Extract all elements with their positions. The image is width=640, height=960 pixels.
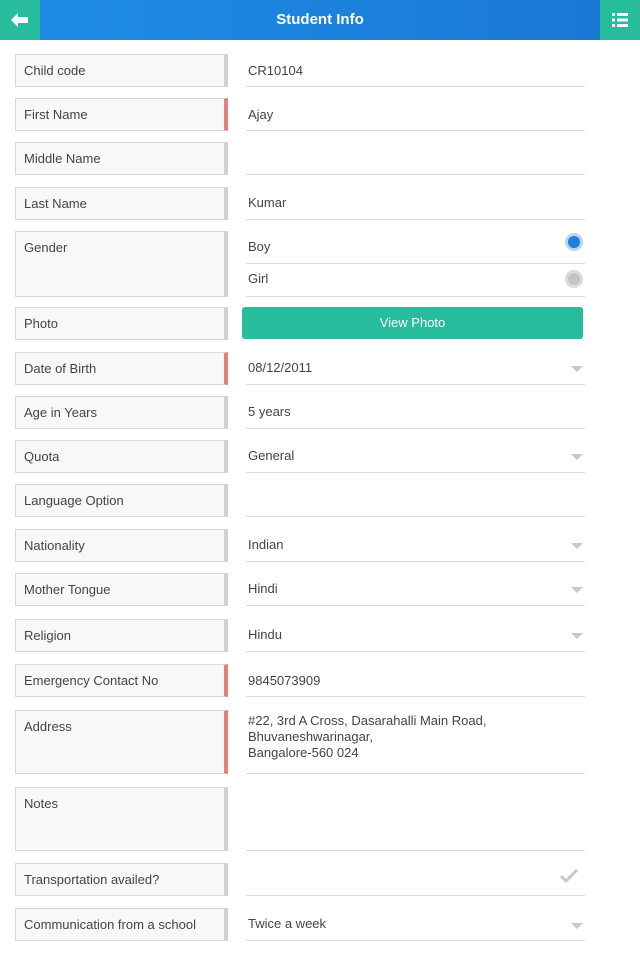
first-name-input[interactable]: Ajay xyxy=(246,98,585,131)
communication-value: Twice a week xyxy=(248,916,327,931)
communication-label: Communication from a school xyxy=(15,908,228,941)
gender-label: Gender xyxy=(15,231,228,297)
dob-value: 08/12/2011 xyxy=(248,360,313,375)
notes-label: Notes xyxy=(15,787,228,851)
dropdown-arrow-icon xyxy=(571,633,583,639)
field-notes: Notes xyxy=(15,787,585,851)
field-middle-name: Middle Name xyxy=(15,142,585,176)
religion-select[interactable]: Hindu xyxy=(246,619,585,652)
religion-value: Hindu xyxy=(248,627,282,642)
dropdown-arrow-icon xyxy=(571,454,583,460)
field-gender: Gender Boy Girl xyxy=(15,231,585,297)
mother-tongue-select[interactable]: Hindi xyxy=(246,573,585,606)
last-name-label: Last Name xyxy=(15,187,228,220)
address-line-1: #22, 3rd A Cross, Dasarahalli Main Road, xyxy=(248,713,487,728)
nationality-select[interactable]: Indian xyxy=(246,529,585,562)
field-photo: Photo View Photo xyxy=(15,307,585,341)
quota-select[interactable]: General xyxy=(246,440,585,473)
field-communication: Communication from a school Twice a week xyxy=(15,908,585,942)
age-input[interactable]: 5 years xyxy=(246,396,585,429)
mother-tongue-value: Hindi xyxy=(248,581,278,596)
dob-select[interactable]: 08/12/2011 xyxy=(246,352,585,385)
app-header: Student Info xyxy=(0,0,640,40)
gender-boy-label: Boy xyxy=(248,239,271,254)
radio-selected-icon[interactable] xyxy=(565,233,583,251)
list-icon xyxy=(612,13,628,27)
page-title: Student Info xyxy=(276,11,364,28)
field-last-name: Last Name Kumar xyxy=(15,187,585,221)
language-input[interactable] xyxy=(246,484,585,517)
nationality-label: Nationality xyxy=(15,529,228,562)
child-code-input[interactable]: CR10104 xyxy=(246,54,585,87)
dropdown-arrow-icon xyxy=(571,543,583,549)
language-label: Language Option xyxy=(15,484,228,517)
gender-option-boy[interactable]: Boy xyxy=(246,231,585,264)
field-nationality: Nationality Indian xyxy=(15,529,585,563)
dropdown-arrow-icon xyxy=(571,923,583,929)
gender-option-girl[interactable]: Girl xyxy=(246,264,585,297)
last-name-input[interactable]: Kumar xyxy=(246,187,585,220)
gender-girl-label: Girl xyxy=(248,271,269,286)
transport-checkbox[interactable] xyxy=(246,863,585,896)
field-transport: Transportation availed? xyxy=(15,863,585,897)
radio-unselected-icon[interactable] xyxy=(565,270,583,288)
view-photo-button[interactable]: View Photo xyxy=(242,307,583,339)
checkmark-icon xyxy=(559,868,579,884)
menu-button[interactable] xyxy=(600,0,640,40)
quota-label: Quota xyxy=(15,440,228,473)
field-quota: Quota General xyxy=(15,440,585,474)
middle-name-label: Middle Name xyxy=(15,142,228,175)
field-religion: Religion Hindu xyxy=(15,619,585,653)
field-child-code: Child code CR10104 xyxy=(15,54,585,88)
child-code-label: Child code xyxy=(15,54,228,87)
mother-tongue-label: Mother Tongue xyxy=(15,573,228,606)
field-first-name: First Name Ajay xyxy=(15,98,585,132)
address-textarea[interactable]: #22, 3rd A Cross, Dasarahalli Main Road,… xyxy=(246,710,585,774)
first-name-label: First Name xyxy=(15,98,228,131)
back-button[interactable] xyxy=(0,0,40,40)
field-dob: Date of Birth 08/12/2011 xyxy=(15,352,585,386)
field-emergency-contact: Emergency Contact No 9845073909 xyxy=(15,664,585,698)
address-label: Address xyxy=(15,710,228,774)
address-line-2: Bhuvaneshwarinagar, xyxy=(248,729,374,744)
transport-label: Transportation availed? xyxy=(15,863,228,896)
nationality-value: Indian xyxy=(248,537,284,552)
emergency-contact-input[interactable]: 9845073909 xyxy=(246,664,585,697)
field-mother-tongue: Mother Tongue Hindi xyxy=(15,573,585,607)
field-language: Language Option xyxy=(15,484,585,518)
communication-select[interactable]: Twice a week xyxy=(246,908,585,941)
emergency-contact-label: Emergency Contact No xyxy=(15,664,228,697)
dropdown-arrow-icon xyxy=(571,366,583,372)
field-address: Address #22, 3rd A Cross, Dasarahalli Ma… xyxy=(15,710,585,774)
quota-value: General xyxy=(248,448,295,463)
age-label: Age in Years xyxy=(15,396,228,429)
address-line-3: Bangalore-560 024 xyxy=(248,745,359,760)
religion-label: Religion xyxy=(15,619,228,652)
field-age: Age in Years 5 years xyxy=(15,396,585,430)
arrow-left-icon xyxy=(11,13,28,27)
middle-name-input[interactable] xyxy=(246,142,585,175)
dropdown-arrow-icon xyxy=(571,587,583,593)
photo-label: Photo xyxy=(15,307,228,340)
notes-textarea[interactable] xyxy=(246,787,585,851)
dob-label: Date of Birth xyxy=(15,352,228,385)
